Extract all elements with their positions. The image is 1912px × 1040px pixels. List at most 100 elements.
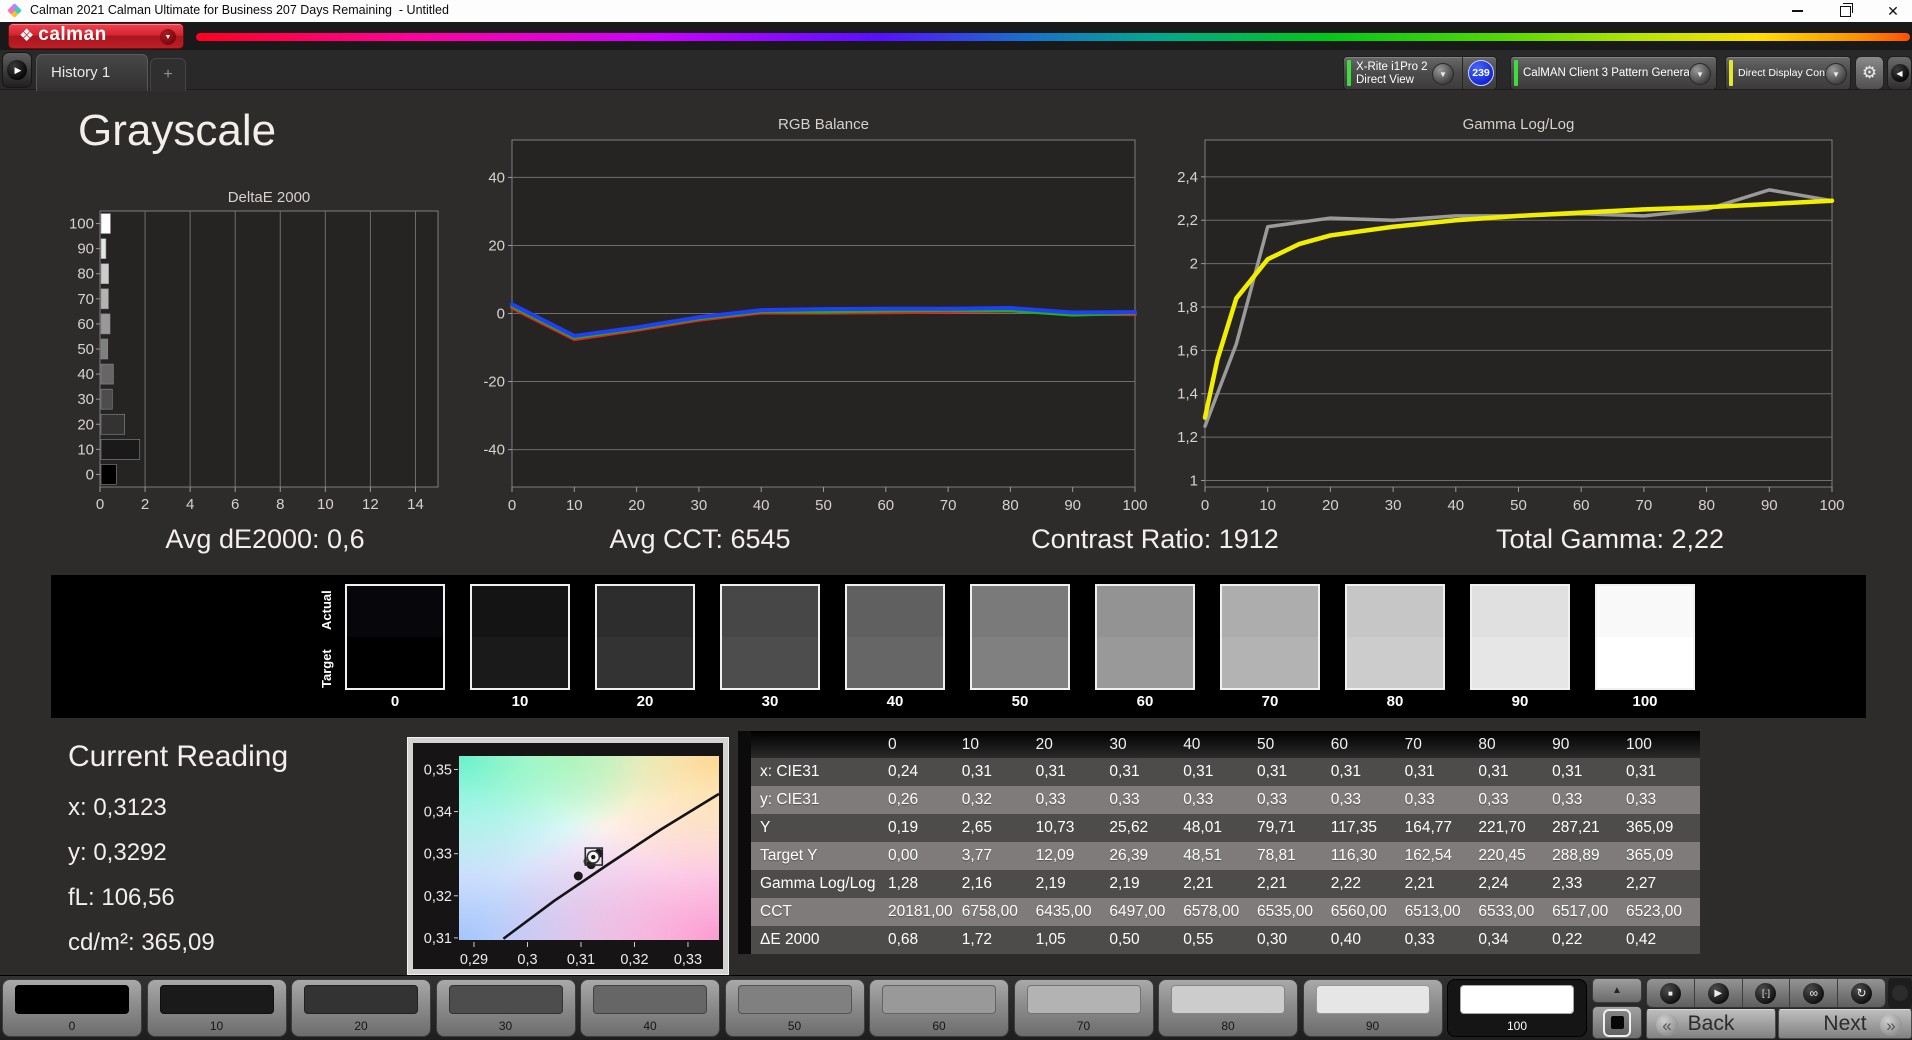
pattern-level-swatch bbox=[304, 985, 418, 1014]
tab-scroll-button[interactable]: ▶ bbox=[2, 52, 32, 88]
svg-text:14: 14 bbox=[407, 496, 424, 513]
table-row-label: x: CIE31 bbox=[760, 763, 820, 780]
next-button[interactable]: Next » bbox=[1778, 1009, 1912, 1039]
infinity-icon: ∞ bbox=[1803, 982, 1825, 1004]
settings-button[interactable]: ⚙ bbox=[1855, 56, 1884, 90]
continuous-measure-button[interactable]: ∞ bbox=[1790, 979, 1839, 1007]
swatch-level-label: 30 bbox=[761, 693, 779, 710]
close-button[interactable]: ✕ bbox=[1884, 2, 1902, 20]
collapse-panel-button[interactable]: ◀ bbox=[1887, 56, 1912, 90]
svg-text:40: 40 bbox=[488, 169, 505, 186]
table-cell: 0,33 bbox=[1035, 791, 1066, 808]
pattern-level-label: 90 bbox=[1365, 1019, 1380, 1033]
table-cell: 26,39 bbox=[1109, 847, 1149, 864]
pattern-level-button-80[interactable]: 80 bbox=[1158, 979, 1298, 1037]
meter-dropdown[interactable]: X-Rite i1Pro 2 Direct View ▼ 239 bbox=[1343, 56, 1497, 90]
pattern-level-button-90[interactable]: 90 bbox=[1302, 979, 1443, 1037]
gear-icon: ⚙ bbox=[1861, 63, 1878, 82]
table-row-label: y: CIE31 bbox=[760, 791, 820, 808]
table-edge bbox=[738, 926, 751, 954]
svg-text:60: 60 bbox=[77, 316, 94, 333]
pattern-level-label: 50 bbox=[787, 1019, 802, 1033]
pattern-generator-dropdown[interactable]: CalMAN Client 3 Pattern Generator ▼ bbox=[1510, 56, 1717, 90]
table-cell: 6435,00 bbox=[1035, 903, 1092, 920]
svg-text:90: 90 bbox=[1064, 497, 1081, 514]
pattern-level-button-70[interactable]: 70 bbox=[1013, 979, 1154, 1037]
svg-text:10: 10 bbox=[317, 496, 334, 513]
table-cell: 2,19 bbox=[1109, 875, 1140, 892]
svg-text:20: 20 bbox=[488, 237, 505, 254]
svg-text:DeltaE 2000: DeltaE 2000 bbox=[228, 189, 311, 206]
svg-text:2,4: 2,4 bbox=[1177, 169, 1198, 186]
table-cell: 1,28 bbox=[888, 875, 919, 892]
table-cell: 0,31 bbox=[1625, 763, 1657, 780]
display-control-dropdown-icon[interactable]: ▼ bbox=[1825, 63, 1847, 85]
pattern-level-button-60[interactable]: 60 bbox=[869, 979, 1009, 1037]
refresh-button[interactable]: ↻ bbox=[1838, 979, 1885, 1007]
table-cell: 0,26 bbox=[888, 791, 919, 808]
stat-total-gamma: Total Gamma: 2,22 bbox=[1495, 524, 1725, 554]
svg-text:0: 0 bbox=[508, 497, 516, 514]
pattern-level-button-30[interactable]: 30 bbox=[435, 979, 576, 1037]
table-edge bbox=[738, 814, 751, 842]
pattern-level-button-0[interactable]: 0 bbox=[2, 979, 142, 1037]
restore-button[interactable] bbox=[1836, 2, 1854, 20]
table-cell: 117,35 bbox=[1330, 819, 1378, 836]
table-cell: 1,05 bbox=[1035, 931, 1066, 948]
grayscale-swatch-80 bbox=[1345, 584, 1445, 690]
svg-text:Gamma Log/Log: Gamma Log/Log bbox=[1463, 116, 1575, 133]
pattern-level-button-50[interactable]: 50 bbox=[724, 979, 865, 1037]
pattern-window-icon bbox=[1603, 1008, 1631, 1037]
calman-menu-button[interactable]: ❖ calman ▼ bbox=[8, 23, 184, 49]
svg-text:8: 8 bbox=[276, 496, 284, 513]
table-cell: 2,21 bbox=[1404, 875, 1435, 892]
play-button[interactable]: ▶ bbox=[1695, 979, 1743, 1007]
svg-text:0,31: 0,31 bbox=[567, 952, 595, 968]
svg-text:1,4: 1,4 bbox=[1177, 386, 1198, 403]
svg-text:6: 6 bbox=[231, 496, 239, 513]
tab-history-1[interactable]: History 1 bbox=[36, 54, 148, 91]
refresh-icon: ↻ bbox=[1851, 982, 1873, 1004]
pattern-window-button[interactable] bbox=[1592, 1006, 1642, 1039]
pattern-level-button-100[interactable]: 100 bbox=[1447, 979, 1587, 1037]
table-row: Gamma Log/Log 1,28 2,16 2,19 2,19 2,21 2,21 2,2… bbox=[738, 870, 1700, 898]
swatch-level-label: 60 bbox=[1136, 693, 1154, 710]
single-measure-icon: [·] bbox=[1755, 982, 1777, 1004]
svg-text:60: 60 bbox=[877, 497, 894, 514]
calman-menu-dropdown-icon[interactable]: ▼ bbox=[160, 29, 176, 45]
table-edge bbox=[738, 870, 751, 898]
meter-dropdown-icon[interactable]: ▼ bbox=[1432, 63, 1454, 85]
swatch-level-label: 10 bbox=[511, 693, 529, 710]
single-measure-button[interactable]: [·] bbox=[1743, 979, 1791, 1007]
table-edge bbox=[738, 786, 751, 814]
add-tab-button[interactable]: + bbox=[150, 58, 186, 91]
pattern-level-button-20[interactable]: 20 bbox=[291, 979, 431, 1037]
svg-text:0,3: 0,3 bbox=[517, 952, 537, 968]
minimize-button[interactable] bbox=[1788, 2, 1806, 20]
divider bbox=[1462, 57, 1463, 89]
display-control-dropdown[interactable]: Direct Display Control ▼ bbox=[1725, 56, 1851, 90]
meter-count-badge[interactable]: 239 bbox=[1468, 60, 1494, 86]
rgb-balance-chart: RGB Balance 40 20 0 -20 -40 0 10 20 30 40 50 60 70 80 9… bbox=[440, 112, 1152, 521]
calman-brand-label: calman bbox=[38, 24, 107, 45]
table-row-label: Gamma Log/Log bbox=[760, 875, 876, 892]
table-cell: 2,65 bbox=[961, 819, 992, 836]
current-reading-heading: Current Reading bbox=[68, 740, 289, 773]
calman-diamond-icon: ❖ bbox=[19, 26, 35, 45]
minimize-icon bbox=[1791, 10, 1803, 12]
svg-text:90: 90 bbox=[1761, 497, 1778, 514]
table-row: Y 0,19 2,65 10,73 25,62 48,01 79,71 117,35 164,7… bbox=[738, 814, 1700, 842]
pattern-level-button-40[interactable]: 40 bbox=[580, 979, 720, 1037]
pattern-level-button-10[interactable]: 10 bbox=[146, 979, 287, 1037]
back-button[interactable]: « Back bbox=[1646, 1009, 1776, 1039]
svg-text:0,33: 0,33 bbox=[674, 952, 702, 968]
swatch-level-label: 50 bbox=[1011, 693, 1029, 710]
svg-text:60: 60 bbox=[1573, 497, 1590, 514]
stop-button[interactable]: ■ bbox=[1647, 979, 1695, 1007]
table-cell: 0,68 bbox=[888, 931, 919, 948]
play-icon: ▶ bbox=[1707, 982, 1729, 1004]
pattern-generator-dropdown-icon[interactable]: ▼ bbox=[1689, 63, 1711, 85]
table-cell: 0,31 bbox=[1330, 763, 1361, 780]
levels-expand-button[interactable]: ▲ bbox=[1592, 978, 1642, 1003]
pattern-level-swatch bbox=[593, 985, 707, 1014]
